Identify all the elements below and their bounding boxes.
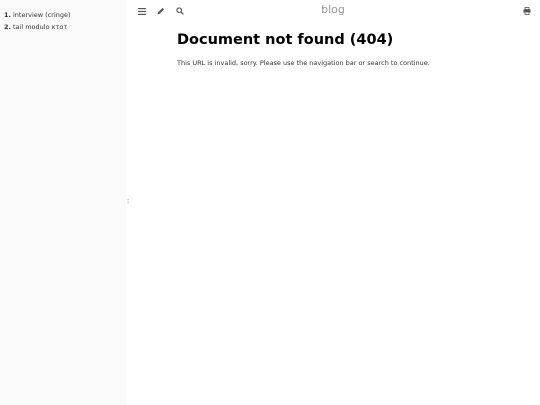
chapter-number: 1. (4, 11, 11, 19)
error-message: This URL is invalid, sorry. Please use t… (177, 59, 430, 67)
chapter-number: 2. (4, 23, 11, 31)
search-icon (176, 7, 184, 15)
chapter-title: tail modulo κτοτ (13, 23, 68, 31)
menu-title: blog (321, 3, 345, 16)
app-window: 1. interview (cringe) 2. tail modulo κτοτ … (0, 0, 540, 405)
theme-button[interactable] (155, 5, 167, 17)
print-icon (523, 7, 531, 15)
chapter-list: 1. interview (cringe) 2. tail modulo κτοτ (0, 9, 126, 33)
pencil-icon (157, 7, 165, 15)
menu-bar: blog (126, 0, 540, 22)
sidebar-item-interview[interactable]: 1. interview (cringe) (4, 9, 126, 21)
menu-toggle-button[interactable] (136, 5, 148, 17)
page-heading: Document not found (404) (177, 32, 394, 48)
print-button[interactable] (521, 5, 533, 17)
sidebar-resize-handle[interactable]: ⁝ (127, 198, 130, 206)
menu-icon (138, 7, 146, 15)
main-content: Document not found (404) This URL is inv… (177, 30, 517, 68)
chapter-title: interview (cringe) (13, 11, 71, 19)
search-button[interactable] (174, 5, 186, 17)
sidebar-item-tail-modulo[interactable]: 2. tail modulo κτοτ (4, 21, 126, 33)
sidebar: 1. interview (cringe) 2. tail modulo κτοτ (0, 0, 126, 405)
